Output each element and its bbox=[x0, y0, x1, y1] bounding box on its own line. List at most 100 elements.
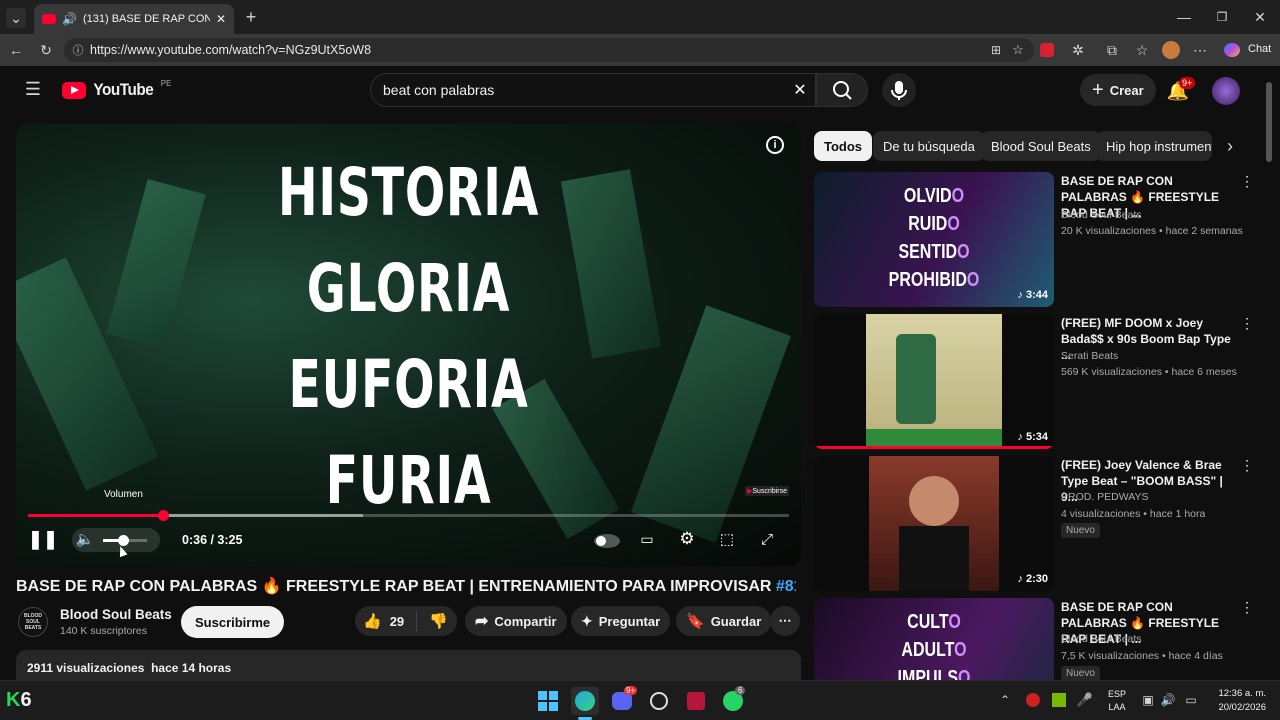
video-word: HISTORIA bbox=[277, 154, 540, 231]
chat-label[interactable]: Chat bbox=[1248, 43, 1271, 55]
browser-tab-active[interactable]: 🔊 (131) BASE DE RAP CON PALA ✕ bbox=[34, 4, 234, 34]
refresh-icon[interactable]: ↻ bbox=[36, 40, 56, 60]
like-dislike-group: 👍 29 👎 bbox=[355, 606, 457, 636]
youtube-logo[interactable]: YouTube PE bbox=[62, 79, 171, 100]
settings-gear-icon[interactable]: ⚙ bbox=[676, 528, 698, 550]
site-info-icon[interactable]: ⓘ bbox=[71, 42, 85, 58]
battery-icon[interactable]: ▭ bbox=[1182, 691, 1200, 709]
profile-avatar[interactable] bbox=[1162, 41, 1180, 59]
speaker-icon[interactable]: 🔊 bbox=[1160, 691, 1176, 709]
progress-bar[interactable] bbox=[28, 510, 789, 521]
clear-search-icon[interactable]: ✕ bbox=[791, 81, 809, 99]
channel-avatar[interactable]: BLOOD SOUL BEATS bbox=[18, 607, 48, 637]
dislike-button[interactable]: 👎 bbox=[417, 612, 460, 630]
microphone-tray-icon[interactable]: 🎤 bbox=[1077, 691, 1093, 709]
rec-more-icon[interactable]: ⋮ bbox=[1240, 457, 1254, 474]
subtitles-icon[interactable]: ▭ bbox=[636, 528, 658, 550]
theater-mode-icon[interactable]: ⬚ bbox=[716, 528, 738, 550]
extensions-puzzle-icon[interactable]: ✲ bbox=[1068, 40, 1088, 60]
new-badge: Nuevo bbox=[1061, 666, 1100, 680]
new-badge: Nuevo bbox=[1061, 523, 1100, 538]
chip-de-tu-busqueda[interactable]: De tu búsqueda bbox=[873, 131, 985, 161]
ask-button[interactable]: ✦ Preguntar bbox=[571, 606, 671, 636]
share-button[interactable]: ➦ Compartir bbox=[465, 606, 567, 636]
rec-channel[interactable]: PROD. PEDWAYS bbox=[1061, 491, 1149, 503]
pause-icon[interactable]: ❚❚ bbox=[28, 528, 58, 550]
tray-app-icon[interactable] bbox=[1026, 693, 1040, 707]
clock-time: 12:36 a. m. bbox=[1218, 688, 1266, 699]
volume-icon[interactable]: 🔈 bbox=[74, 528, 96, 550]
subscribe-button[interactable]: Suscribirme bbox=[181, 606, 285, 638]
favorite-star-icon[interactable]: ☆ bbox=[1010, 42, 1026, 58]
rec-meta: 20 K visualizaciones • hace 2 semanas bbox=[1061, 225, 1243, 237]
chip-blood-soul-beats[interactable]: Blood Soul Beats bbox=[981, 131, 1101, 161]
more-menu-icon[interactable]: ⋯ bbox=[1190, 40, 1210, 60]
rec-thumbnail-2[interactable]: ♪ 5:34 bbox=[814, 314, 1054, 449]
edge-taskbar-icon[interactable] bbox=[571, 687, 599, 715]
chip-hip-hop[interactable]: Hip hop instrument bbox=[1096, 131, 1212, 161]
widget-k6[interactable]: K6 bbox=[6, 689, 32, 712]
thumb-word: RUIDO bbox=[908, 213, 960, 235]
tab-close-icon[interactable]: ✕ bbox=[216, 12, 226, 26]
video-player[interactable]: HISTORIA GLORIA EUFORIA FURIA i ▶Suscrib… bbox=[16, 124, 801, 566]
channel-name[interactable]: Blood Soul Beats bbox=[60, 607, 172, 622]
progress-scrubber[interactable] bbox=[157, 510, 169, 521]
thumb-word: CULTO bbox=[907, 611, 961, 633]
info-icon[interactable]: i bbox=[766, 136, 784, 154]
rec-channel[interactable]: Blood Soul Beats bbox=[1061, 633, 1142, 645]
autoplay-toggle[interactable] bbox=[594, 534, 620, 548]
create-button[interactable]: + Crear bbox=[1080, 74, 1156, 106]
search-input[interactable]: beat con palabras ✕ bbox=[370, 73, 816, 107]
chatgpt-taskbar-icon[interactable] bbox=[645, 687, 673, 715]
save-button[interactable]: 🔖 Guardar bbox=[676, 606, 772, 636]
rec-thumbnail-3[interactable]: ♪ 2:30 bbox=[814, 456, 1054, 591]
discord-badge: 9+ bbox=[624, 686, 638, 695]
description-box[interactable]: 2911 visualizaciones hace 14 horas bbox=[16, 650, 801, 680]
video-word: GLORIA bbox=[306, 250, 511, 327]
rec-more-icon[interactable]: ⋮ bbox=[1240, 173, 1254, 190]
minimize-icon[interactable]: — bbox=[1174, 8, 1194, 26]
language-indicator[interactable]: ESP LAA bbox=[1108, 688, 1126, 714]
copilot-icon[interactable] bbox=[1224, 43, 1240, 57]
back-icon[interactable]: ← bbox=[6, 40, 26, 60]
page-scrollbar[interactable] bbox=[1266, 82, 1272, 162]
menu-hamburger-icon[interactable]: ☰ bbox=[24, 79, 42, 99]
tray-chevron-icon[interactable]: ⌃ bbox=[998, 691, 1012, 709]
rec-meta: 4 visualizaciones • hace 1 hora bbox=[1061, 508, 1206, 520]
tab-list-chevron-icon[interactable]: ⌄ bbox=[6, 8, 26, 28]
favorites-icon[interactable]: ☆ bbox=[1132, 40, 1152, 60]
chip-todos[interactable]: Todos bbox=[814, 131, 873, 161]
rec-more-icon[interactable]: ⋮ bbox=[1240, 599, 1254, 616]
rec-duration: ♪ 3:44 bbox=[1017, 289, 1048, 301]
network-icon[interactable]: ▣ bbox=[1140, 691, 1156, 709]
audio-playing-icon[interactable]: 🔊 bbox=[62, 12, 77, 26]
fullscreen-icon[interactable]: ⤢ bbox=[756, 528, 778, 550]
account-avatar[interactable] bbox=[1212, 77, 1240, 105]
start-windows-icon[interactable] bbox=[534, 687, 562, 715]
new-tab-icon[interactable]: + bbox=[242, 7, 260, 27]
extension-shield-icon[interactable] bbox=[1040, 43, 1054, 57]
microphone-icon bbox=[891, 81, 907, 100]
url-field[interactable]: ⓘ https://www.youtube.com/watch?v=NGz9Ut… bbox=[64, 38, 1034, 62]
app-taskbar-icon[interactable] bbox=[682, 687, 710, 715]
restore-icon[interactable]: ❐ bbox=[1212, 8, 1232, 26]
rec-thumbnail-4[interactable]: CULTO ADULTO IMPULSO bbox=[814, 598, 1054, 680]
watched-progress bbox=[814, 446, 1054, 449]
chips-next-chevron-icon[interactable]: › bbox=[1220, 136, 1240, 156]
nvidia-tray-icon[interactable] bbox=[1052, 693, 1066, 707]
search-button[interactable] bbox=[816, 73, 868, 107]
like-button[interactable]: 👍 29 bbox=[355, 611, 418, 631]
rec-thumbnail-1[interactable]: OLVIDO RUIDO SENTIDO PROHIBIDO ♪ 3:44 bbox=[814, 172, 1054, 307]
rec-channel[interactable]: Blood Soul Beats bbox=[1061, 209, 1142, 221]
clock[interactable]: 12:36 a. m. 20/02/2026 bbox=[1208, 687, 1266, 715]
rec-channel[interactable]: Serati Beats bbox=[1061, 350, 1118, 362]
window-close-icon[interactable]: ✕ bbox=[1250, 8, 1270, 26]
split-screen-icon[interactable]: ⧉ bbox=[1102, 40, 1122, 60]
app-install-icon[interactable]: ⊞ bbox=[988, 42, 1004, 58]
voice-search-button[interactable] bbox=[882, 73, 916, 107]
volume-slider[interactable] bbox=[103, 535, 147, 546]
rec-more-icon[interactable]: ⋮ bbox=[1240, 315, 1254, 332]
more-actions-button[interactable]: ⋯ bbox=[770, 606, 800, 636]
subscribe-watermark[interactable]: ▶Suscribirse bbox=[745, 486, 790, 496]
video-hashtag[interactable]: #812 bbox=[776, 578, 796, 595]
